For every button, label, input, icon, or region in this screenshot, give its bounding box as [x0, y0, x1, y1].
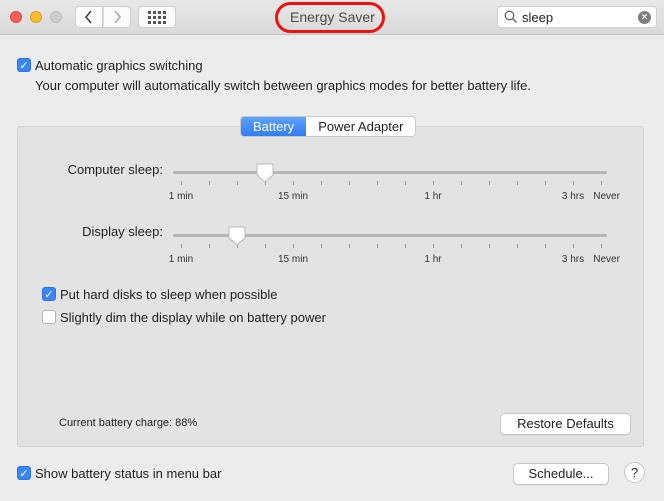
tab-battery[interactable]: Battery	[241, 117, 307, 136]
slider-tick	[517, 181, 518, 185]
show-battery-status-label: Show battery status in menu bar	[35, 466, 222, 481]
title-bar: Energy Saver ×	[0, 0, 664, 35]
slider-tick	[517, 244, 518, 248]
slider-tick	[601, 244, 602, 248]
slider-tick-label: 15 min	[277, 191, 309, 202]
slider-tick	[209, 244, 210, 248]
slider-tick	[321, 181, 322, 185]
hard-disk-sleep-checkbox[interactable]: ✓	[42, 287, 56, 301]
battery-charge-status: Current battery charge: 88%	[59, 417, 198, 429]
slider-thumb[interactable]	[228, 226, 246, 246]
slider-tick-label: 3 hrs	[561, 254, 585, 265]
help-button[interactable]: ?	[624, 462, 645, 483]
slider-tick	[545, 181, 546, 185]
slider-tick	[405, 181, 406, 185]
restore-defaults-button[interactable]: Restore Defaults	[500, 413, 631, 435]
auto-graphics-label: Automatic graphics switching	[35, 58, 203, 73]
chevron-left-icon	[84, 10, 92, 24]
slider-tick	[237, 181, 238, 185]
minimize-window-button[interactable]	[30, 11, 42, 23]
show-battery-status-checkbox[interactable]: ✓	[17, 466, 31, 480]
slider-tick-label: 1 hr	[424, 254, 442, 265]
slider-tick	[489, 244, 490, 248]
slider-tick	[209, 181, 210, 185]
slider-tick	[433, 181, 434, 185]
schedule-button[interactable]: Schedule...	[513, 463, 609, 485]
tab-power-adapter[interactable]: Power Adapter	[306, 117, 415, 136]
slider-tick-label: 1 hr	[424, 191, 442, 202]
hard-disk-sleep-label: Put hard disks to sleep when possible	[60, 287, 278, 302]
slider-tick	[321, 244, 322, 248]
slider-tick	[433, 244, 434, 248]
slider-tick-label: 1 min	[168, 191, 194, 202]
slider-tick	[181, 244, 182, 248]
computer-sleep-label: Computer sleep:	[67, 162, 163, 177]
forward-button[interactable]	[103, 6, 131, 28]
show-all-button[interactable]	[138, 6, 176, 28]
slider-tick	[405, 244, 406, 248]
slider-tick	[601, 181, 602, 185]
slider-track[interactable]	[173, 171, 607, 174]
slider-tick	[293, 181, 294, 185]
dim-display-checkbox[interactable]	[42, 310, 56, 324]
slider-tick	[573, 244, 574, 248]
slider-tick	[461, 244, 462, 248]
chevron-right-icon	[114, 10, 122, 24]
slider-tick-label: Never	[593, 254, 620, 265]
slider-tick	[293, 244, 294, 248]
slider-tick	[349, 244, 350, 248]
close-window-button[interactable]	[10, 11, 22, 23]
slider-tick-label: 3 hrs	[561, 191, 585, 202]
dim-display-label: Slightly dim the display while on batter…	[60, 310, 326, 325]
auto-graphics-description: Your computer will automatically switch …	[35, 78, 531, 93]
search-input[interactable]	[522, 9, 632, 25]
slider-tick	[181, 181, 182, 185]
power-source-tabs: Battery Power Adapter	[240, 116, 417, 137]
slider-tick	[377, 244, 378, 248]
zoom-window-button[interactable]	[50, 11, 62, 23]
grid-icon	[148, 10, 166, 24]
title-highlight-annotation	[275, 2, 385, 33]
auto-graphics-checkbox[interactable]: ✓	[17, 58, 31, 72]
slider-tick	[265, 244, 266, 248]
display-sleep-label: Display sleep:	[82, 224, 163, 239]
slider-tick	[377, 181, 378, 185]
slider-thumb[interactable]	[256, 163, 274, 183]
slider-tick-label: 1 min	[168, 254, 194, 265]
slider-tick-label: 15 min	[277, 254, 309, 265]
slider-tick	[461, 181, 462, 185]
magnifier-icon	[504, 10, 518, 24]
slider-tick	[573, 181, 574, 185]
search-field[interactable]: ×	[497, 6, 657, 28]
slider-tick-label: Never	[593, 191, 620, 202]
clear-icon[interactable]: ×	[638, 11, 651, 24]
slider-tick	[489, 181, 490, 185]
back-button[interactable]	[75, 6, 103, 28]
slider-tick	[349, 181, 350, 185]
slider-tick	[545, 244, 546, 248]
